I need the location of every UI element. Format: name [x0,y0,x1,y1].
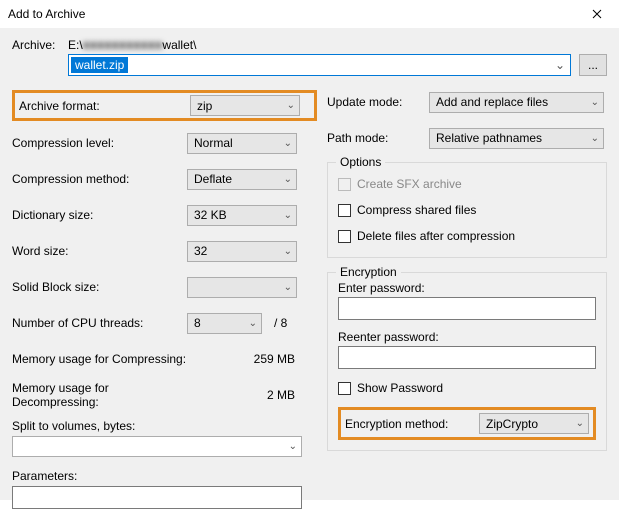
reenter-password-input[interactable] [338,346,596,369]
enter-password-label: Enter password: [338,281,596,295]
cpu-threads-label: Number of CPU threads: [12,316,187,330]
options-title: Options [336,155,385,169]
chevron-down-icon: ⌄ [552,57,568,73]
archive-format-select[interactable]: zip ⌄ [190,95,300,116]
window-title: Add to Archive [8,7,85,21]
sfx-label: Create SFX archive [357,177,462,191]
chevron-down-icon: ⌄ [284,210,292,221]
show-password-checkbox[interactable] [338,382,351,395]
archive-name-value: wallet.zip [71,57,128,73]
close-icon [592,9,602,19]
left-column: Archive format: zip ⌄ Compression level:… [12,90,317,509]
compression-method-select[interactable]: Deflate ⌄ [187,169,297,190]
right-column: Update mode: Add and replace files ⌄ Pat… [317,90,607,509]
archive-label: Archive: [12,38,68,52]
archive-name-combo[interactable]: wallet.zip ⌄ [68,54,571,76]
enter-password-input[interactable] [338,297,596,320]
parameters-input[interactable] [12,486,302,509]
browse-button[interactable]: ... [579,54,607,76]
encryption-method-select[interactable]: ZipCrypto ⌄ [479,413,589,434]
solid-block-size-select[interactable]: ⌄ [187,277,297,298]
sfx-checkbox [338,178,351,191]
update-mode-select[interactable]: Add and replace files ⌄ [429,92,604,113]
cpu-threads-total: / 8 [274,316,287,330]
update-mode-label: Update mode: [327,95,429,109]
compress-shared-label: Compress shared files [357,203,476,217]
split-volumes-combo[interactable]: ⌄ [12,436,302,457]
split-volumes-label: Split to volumes, bytes: [12,419,135,433]
mem-compress-value: 259 MB [187,352,297,366]
encryption-title: Encryption [336,265,401,279]
archive-path: E:\■■■■■■■■■■■wallet\ [68,38,607,52]
mem-decompress-label: Memory usage for Decompressing: [12,381,187,409]
encryption-method-label: Encryption method: [345,417,479,431]
chevron-down-icon: ⌄ [591,97,599,108]
mem-compress-label: Memory usage for Compressing: [12,352,187,366]
chevron-down-icon: ⌄ [284,138,292,149]
chevron-down-icon: ⌄ [576,418,584,429]
chevron-down-icon: ⌄ [249,318,257,329]
dialog-content: Archive: E:\■■■■■■■■■■■wallet\ wallet.zi… [0,28,619,500]
path-mode-label: Path mode: [327,131,429,145]
chevron-down-icon: ⌄ [591,133,599,144]
compression-method-label: Compression method: [12,172,187,186]
titlebar: Add to Archive [0,0,619,28]
archive-format-highlight: Archive format: zip ⌄ [12,90,317,121]
delete-after-checkbox[interactable] [338,230,351,243]
parameters-label: Parameters: [12,469,77,483]
solid-block-size-label: Solid Block size: [12,280,187,294]
cpu-threads-select[interactable]: 8 ⌄ [187,313,262,334]
encryption-group: Encryption Enter password: Reenter passw… [327,272,607,451]
delete-after-label: Delete files after compression [357,229,515,243]
options-group: Options Create SFX archive Compress shar… [327,162,607,258]
compress-shared-checkbox[interactable] [338,204,351,217]
word-size-select[interactable]: 32 ⌄ [187,241,297,262]
compression-level-select[interactable]: Normal ⌄ [187,133,297,154]
chevron-down-icon: ⌄ [287,100,295,111]
compression-level-label: Compression level: [12,136,187,150]
path-mode-select[interactable]: Relative pathnames ⌄ [429,128,604,149]
dictionary-size-label: Dictionary size: [12,208,187,222]
chevron-down-icon: ⌄ [284,246,292,257]
word-size-label: Word size: [12,244,187,258]
chevron-down-icon: ⌄ [284,282,292,293]
show-password-label: Show Password [357,381,443,395]
close-button[interactable] [575,1,619,27]
chevron-down-icon: ⌄ [289,441,297,452]
encryption-method-highlight: Encryption method: ZipCrypto ⌄ [338,407,596,440]
chevron-down-icon: ⌄ [284,174,292,185]
reenter-password-label: Reenter password: [338,330,596,344]
dictionary-size-select[interactable]: 32 KB ⌄ [187,205,297,226]
archive-format-label: Archive format: [19,99,190,113]
mem-decompress-value: 2 MB [187,388,297,402]
